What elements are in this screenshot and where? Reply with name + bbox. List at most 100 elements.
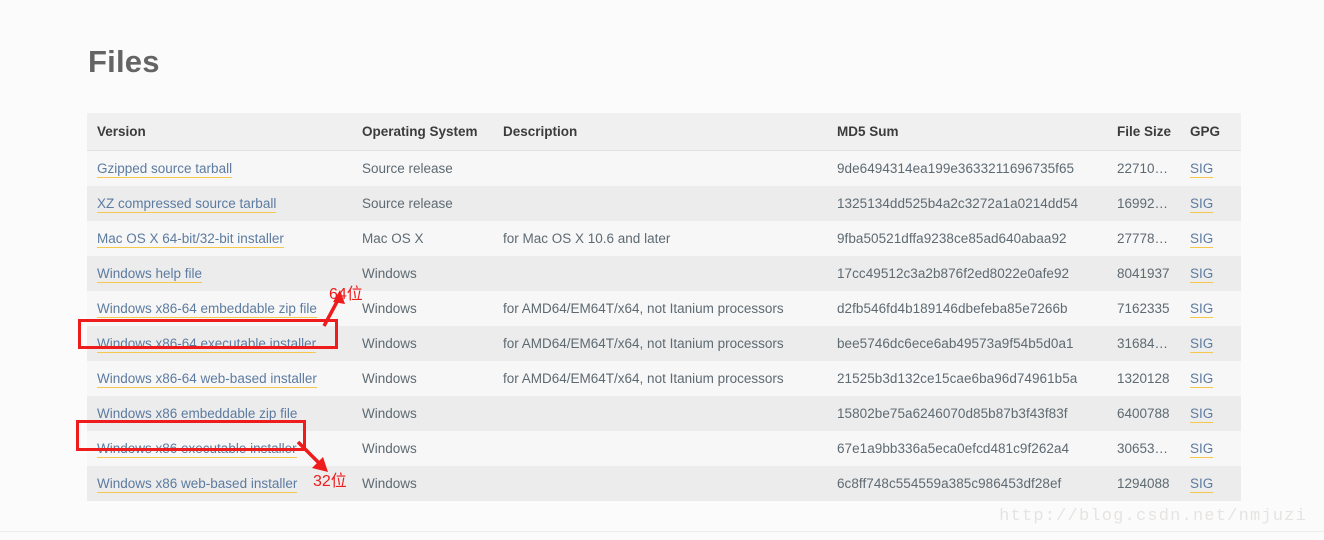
- cell-description: for AMD64/EM64T/x64, not Itanium process…: [493, 291, 827, 326]
- annotation-label-32bit: 32位: [313, 467, 347, 491]
- cell-description: [493, 431, 827, 466]
- cell-version: Windows x86-64 embeddable zip file: [87, 291, 352, 326]
- gpg-sig-link[interactable]: SIG: [1190, 406, 1213, 423]
- cell-gpg: SIG: [1180, 221, 1241, 256]
- cell-version: Gzipped source tarball: [87, 151, 352, 187]
- cell-version: XZ compressed source tarball: [87, 186, 352, 221]
- annotation-label-64bit: 64位: [329, 280, 363, 304]
- gpg-sig-link[interactable]: SIG: [1190, 266, 1213, 283]
- download-link[interactable]: Gzipped source tarball: [97, 161, 232, 178]
- download-link[interactable]: Mac OS X 64-bit/32-bit installer: [97, 231, 284, 248]
- cell-md5-sum: 21525b3d132ce15cae6ba96d74961b5a: [827, 361, 1107, 396]
- cell-description: [493, 466, 827, 501]
- cell-md5-sum: 9fba50521dffa9238ce85ad640abaa92: [827, 221, 1107, 256]
- cell-file-size: 1294088: [1107, 466, 1180, 501]
- column-header-description: Description: [493, 113, 827, 151]
- cell-md5-sum: bee5746dc6ece6ab49573a9f54b5d0a1: [827, 326, 1107, 361]
- download-link[interactable]: Windows x86-64 web-based installer: [97, 371, 317, 388]
- cell-version: Windows x86-64 web-based installer: [87, 361, 352, 396]
- cell-file-size: 7162335: [1107, 291, 1180, 326]
- gpg-sig-link[interactable]: SIG: [1190, 196, 1213, 213]
- cell-file-size: 6400788: [1107, 396, 1180, 431]
- cell-file-size: 16992824: [1107, 186, 1180, 221]
- cell-gpg: SIG: [1180, 326, 1241, 361]
- column-header-file-size: File Size: [1107, 113, 1180, 151]
- column-header-gpg: GPG: [1180, 113, 1241, 151]
- table-row: Windows help file Windows 17cc49512c3a2b87…: [87, 256, 1241, 291]
- gpg-sig-link[interactable]: SIG: [1190, 336, 1213, 353]
- cell-description: [493, 186, 827, 221]
- cell-md5-sum: 17cc49512c3a2b876f2ed8022e0afe92: [827, 256, 1107, 291]
- cell-md5-sum: 9de6494314ea199e3633211696735f65: [827, 151, 1107, 187]
- bottom-divider: [0, 531, 1324, 532]
- cell-gpg: SIG: [1180, 186, 1241, 221]
- cell-file-size: 1320128: [1107, 361, 1180, 396]
- download-link[interactable]: XZ compressed source tarball: [97, 196, 276, 213]
- cell-gpg: SIG: [1180, 291, 1241, 326]
- cell-md5-sum: 67e1a9bb336a5eca0efcd481c9f262a4: [827, 431, 1107, 466]
- cell-md5-sum: 1325134dd525b4a2c3272a1a0214dd54: [827, 186, 1107, 221]
- table-row: Windows x86 embeddable zip fileWindows15…: [87, 396, 1241, 431]
- cell-operating-system: Windows: [352, 466, 493, 501]
- cell-operating-system: Windows: [352, 431, 493, 466]
- cell-operating-system: Source release: [352, 151, 493, 187]
- cell-gpg: SIG: [1180, 396, 1241, 431]
- download-link[interactable]: Windows x86 embeddable zip file: [97, 406, 297, 423]
- gpg-sig-link[interactable]: SIG: [1190, 371, 1213, 388]
- cell-md5-sum: 15802be75a6246070d85b87b3f43f83f: [827, 396, 1107, 431]
- page-title: Files: [88, 44, 160, 80]
- cell-version: Windows help file: [87, 256, 352, 291]
- cell-file-size: 22710891: [1107, 151, 1180, 187]
- table-header-row: Version Operating System Description MD5…: [87, 113, 1241, 151]
- table-header: Version Operating System Description MD5…: [87, 113, 1241, 151]
- cell-version: Windows x86-64 executable installer: [87, 326, 352, 361]
- cell-operating-system: Windows: [352, 256, 493, 291]
- cell-operating-system: Windows: [352, 291, 493, 326]
- table-row: XZ compressed source tarball Source relea…: [87, 186, 1241, 221]
- cell-operating-system: Windows: [352, 361, 493, 396]
- cell-md5-sum: d2fb546fd4b189146dbefeba85e7266b: [827, 291, 1107, 326]
- cell-description: for Mac OS X 10.6 and later: [493, 221, 827, 256]
- cell-md5-sum: 6c8ff748c554559a385c986453df28ef: [827, 466, 1107, 501]
- download-link[interactable]: Windows x86-64 embeddable zip file: [97, 301, 317, 318]
- cell-file-size: 8041937: [1107, 256, 1180, 291]
- cell-description: [493, 396, 827, 431]
- download-link[interactable]: Windows x86-64 executable installer: [97, 336, 316, 353]
- table-row: Windows x86-64 web-based installer Window…: [87, 361, 1241, 396]
- gpg-sig-link[interactable]: SIG: [1190, 161, 1213, 178]
- table-row: Gzipped source tarball Source release 9de6…: [87, 151, 1241, 187]
- cell-operating-system: Windows: [352, 326, 493, 361]
- table-row: Windows x86-64 embeddable zip file Window…: [87, 291, 1241, 326]
- download-link[interactable]: Windows x86 executable installer: [97, 441, 297, 458]
- cell-gpg: SIG: [1180, 431, 1241, 466]
- cell-description: [493, 256, 827, 291]
- table-row: Windows x86 web-based installer Windows 6c…: [87, 466, 1241, 501]
- cell-description: for AMD64/EM64T/x64, not Itanium process…: [493, 326, 827, 361]
- column-header-md5: MD5 Sum: [827, 113, 1107, 151]
- files-table: Version Operating System Description MD5…: [87, 113, 1241, 501]
- table-body: Gzipped source tarball Source release 9de6…: [87, 151, 1241, 502]
- cell-gpg: SIG: [1180, 466, 1241, 501]
- gpg-sig-link[interactable]: SIG: [1190, 301, 1213, 318]
- column-header-os: Operating System: [352, 113, 493, 151]
- cell-version: Windows x86 executable installer: [87, 431, 352, 466]
- download-link[interactable]: Windows help file: [97, 266, 202, 283]
- watermark: http://blog.csdn.net/nmjuzi: [999, 507, 1307, 526]
- download-link[interactable]: Windows x86 web-based installer: [97, 476, 297, 493]
- table-row: Mac OS X 64-bit/32-bit installer Mac OS X…: [87, 221, 1241, 256]
- cell-file-size: 30653888: [1107, 431, 1180, 466]
- cell-operating-system: Source release: [352, 186, 493, 221]
- table-row: Windows x86 executable installer Windows 6…: [87, 431, 1241, 466]
- table-row: Windows x86-64 executable installer Windo…: [87, 326, 1241, 361]
- cell-file-size: 31684744: [1107, 326, 1180, 361]
- cell-operating-system: Mac OS X: [352, 221, 493, 256]
- cell-version: Mac OS X 64-bit/32-bit installer: [87, 221, 352, 256]
- cell-description: [493, 151, 827, 187]
- cell-file-size: 27778156: [1107, 221, 1180, 256]
- cell-gpg: SIG: [1180, 256, 1241, 291]
- gpg-sig-link[interactable]: SIG: [1190, 231, 1213, 248]
- cell-version: Windows x86 embeddable zip file: [87, 396, 352, 431]
- cell-description: for AMD64/EM64T/x64, not Itanium process…: [493, 361, 827, 396]
- gpg-sig-link[interactable]: SIG: [1190, 441, 1213, 458]
- gpg-sig-link[interactable]: SIG: [1190, 476, 1213, 493]
